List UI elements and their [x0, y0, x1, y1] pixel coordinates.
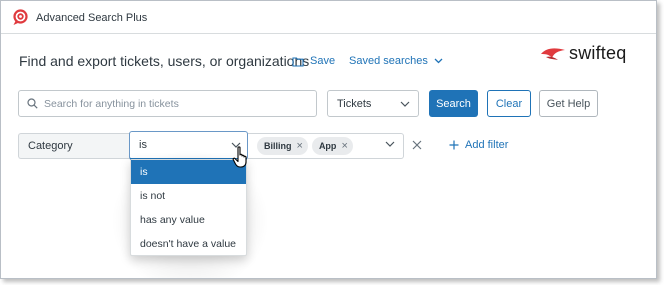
menu-item-doesnt-have-value[interactable]: doesn't have a value — [131, 232, 246, 256]
filter-field-select[interactable]: Category — [18, 133, 130, 159]
saved-searches-label: Saved searches — [349, 55, 428, 67]
remove-chip-icon[interactable]: × — [341, 140, 347, 152]
folder-icon — [292, 56, 304, 67]
menu-item-is-not[interactable]: is not — [131, 184, 246, 208]
search-button[interactable]: Search — [429, 90, 478, 117]
title-bar: Advanced Search Plus — [1, 1, 656, 34]
app-window: Advanced Search Plus Find and export tic… — [0, 0, 657, 279]
swifteq-logo-icon — [541, 47, 565, 60]
filter-field-value: Category — [28, 140, 73, 152]
brand-name: swifteq — [569, 43, 627, 63]
search-field[interactable] — [18, 90, 317, 117]
get-help-button[interactable]: Get Help — [539, 90, 598, 117]
add-filter-label: Add filter — [465, 139, 509, 151]
chip-label: Billing — [264, 141, 292, 151]
chevron-down-icon — [434, 58, 443, 64]
save-button[interactable]: Save — [292, 54, 335, 68]
brand-logo: swifteq — [540, 43, 626, 64]
operator-dropdown-menu: is is not has any value doesn't have a v… — [130, 159, 247, 256]
search-type-select[interactable]: Tickets — [327, 90, 419, 117]
filter-values-select[interactable]: Billing × App × — [248, 133, 404, 159]
search-input[interactable] — [44, 97, 304, 110]
app-logo-icon — [12, 9, 29, 26]
page-headline: Find and export tickets, users, or organ… — [19, 53, 310, 69]
remove-chip-icon[interactable]: × — [297, 140, 303, 152]
search-type-value: Tickets — [337, 97, 372, 110]
filter-value-chip: Billing × — [257, 137, 308, 155]
add-filter-button[interactable]: Add filter — [449, 139, 508, 151]
menu-item-is[interactable]: is — [131, 160, 246, 184]
plus-icon — [449, 140, 459, 150]
remove-filter-icon[interactable] — [410, 138, 424, 152]
app-title: Advanced Search Plus — [36, 12, 148, 24]
filter-operator-value: is — [139, 139, 147, 151]
save-label: Save — [310, 55, 336, 67]
chevron-down-icon — [400, 101, 410, 107]
chevron-down-icon — [385, 141, 395, 147]
filter-value-chip: App × — [311, 137, 353, 155]
clear-button[interactable]: Clear — [487, 90, 531, 117]
chip-label: App — [318, 141, 337, 151]
saved-searches-dropdown[interactable]: Saved searches — [349, 54, 443, 68]
hand-pointer-cursor-icon — [232, 146, 247, 168]
menu-item-has-any-value[interactable]: has any value — [131, 208, 246, 232]
search-icon — [27, 98, 38, 109]
